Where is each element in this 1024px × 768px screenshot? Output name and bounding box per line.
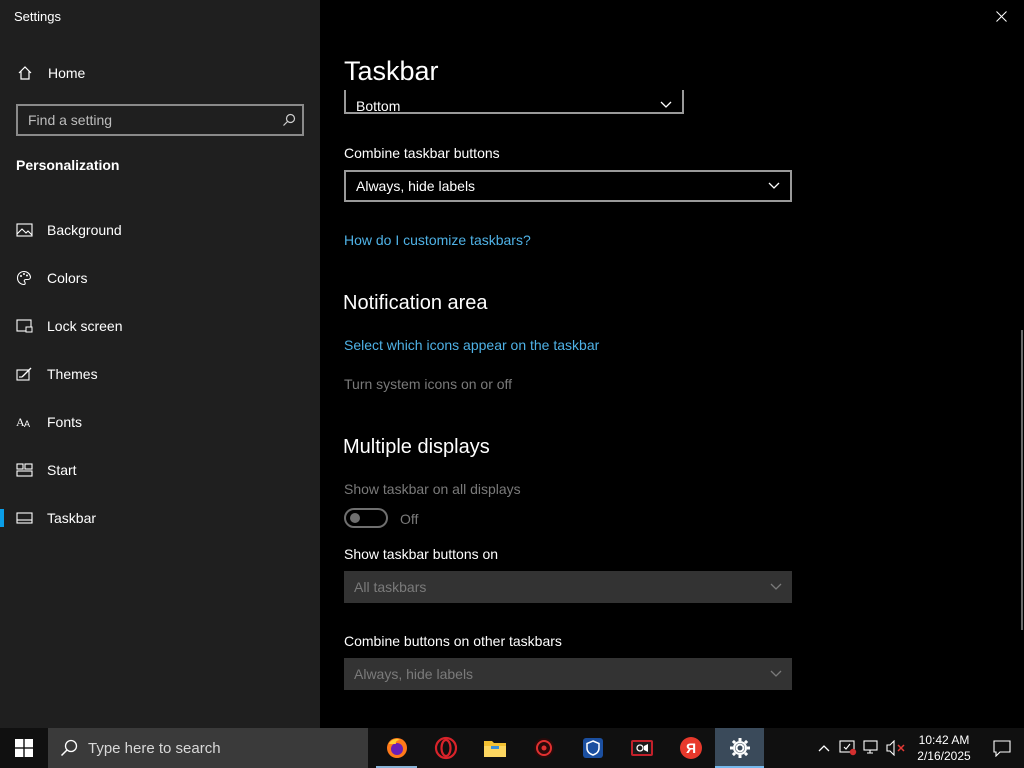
taskbar-app-opera[interactable] xyxy=(421,728,470,768)
svg-text:A: A xyxy=(24,419,30,429)
sidebar-item-colors[interactable]: Colors xyxy=(0,254,320,302)
system-tray: 10:42 AM 2/16/2025 xyxy=(812,728,1024,768)
start-icon xyxy=(15,461,33,479)
yandex-icon: Я xyxy=(679,737,702,759)
palette-icon xyxy=(15,269,33,287)
security-alert-icon xyxy=(839,740,857,756)
taskbar-apps: Я xyxy=(372,728,764,768)
taskbar-app-camera[interactable] xyxy=(617,728,666,768)
system-icons-link: Turn system icons on or off xyxy=(344,376,513,392)
chevron-up-icon xyxy=(818,745,830,752)
tray-volume[interactable] xyxy=(884,728,908,768)
security-icon xyxy=(582,738,603,758)
sidebar-item-start[interactable]: Start xyxy=(0,446,320,494)
search-icon[interactable] xyxy=(276,113,302,127)
show-all-displays-toggle[interactable] xyxy=(344,508,388,528)
combine-other-select[interactable]: Always, hide labels xyxy=(344,658,792,690)
taskbar-app-file-explorer[interactable] xyxy=(470,728,519,768)
select-value: All taskbars xyxy=(354,579,427,595)
select-value: Always, hide labels xyxy=(356,178,476,194)
taskbar-search-text: Type here to search xyxy=(88,739,221,757)
sidebar-nav: Background Colors Lock screen Themes AA … xyxy=(0,206,320,542)
taskbar-search[interactable]: Type here to search xyxy=(48,728,368,768)
windows-logo-icon xyxy=(15,739,33,757)
app-title: Settings xyxy=(14,9,61,24)
taskbar-app-settings[interactable] xyxy=(715,728,764,768)
settings-gear-icon xyxy=(729,738,750,758)
show-buttons-on-select[interactable]: All taskbars xyxy=(344,571,792,603)
windows-taskbar: Type here to search Я 10:42 AM 2/16/2025 xyxy=(0,728,1024,768)
themes-icon xyxy=(15,365,33,383)
toggle-knob xyxy=(350,513,360,523)
start-button[interactable] xyxy=(0,728,48,768)
search-box[interactable] xyxy=(16,104,304,136)
scrollbar[interactable] xyxy=(1021,330,1023,630)
sidebar-item-themes[interactable]: Themes xyxy=(0,350,320,398)
sidebar-item-label: Start xyxy=(47,462,77,478)
sidebar: Settings Home Personalization Background… xyxy=(0,0,320,728)
close-icon xyxy=(995,10,1007,22)
taskbar-app-firefox[interactable] xyxy=(372,728,421,768)
sidebar-item-label: Themes xyxy=(47,366,98,382)
page-title-overlay: Taskbar xyxy=(344,56,439,86)
taskbar-app-security[interactable] xyxy=(568,728,617,768)
sidebar-item-label: Colors xyxy=(47,270,88,286)
section-label: Personalization xyxy=(16,157,120,173)
select-value: Bottom xyxy=(356,98,401,114)
chevron-down-icon xyxy=(770,583,782,591)
taskbar-app-yandex[interactable]: Я xyxy=(666,728,715,768)
select-icons-link[interactable]: Select which icons appear on the taskbar xyxy=(344,337,599,353)
image-icon xyxy=(15,221,33,239)
sidebar-item-taskbar[interactable]: Taskbar xyxy=(0,494,320,542)
fonts-icon: AA xyxy=(15,413,33,431)
sidebar-item-background[interactable]: Background xyxy=(0,206,320,254)
show-hidden-icons-button[interactable] xyxy=(812,728,836,768)
chevron-down-icon xyxy=(768,182,780,190)
main-content: Taskbar Bottom Taskbar Combine taskbar b… xyxy=(320,0,1024,728)
chevron-down-icon xyxy=(770,670,782,678)
search-input[interactable] xyxy=(18,112,276,128)
combine-taskbar-buttons-select[interactable]: Always, hide labels xyxy=(344,170,792,202)
svg-text:Я: Я xyxy=(686,740,696,756)
sidebar-item-label: Taskbar xyxy=(47,510,97,526)
clock-date: 2/16/2025 xyxy=(917,749,971,763)
chevron-down-icon xyxy=(660,101,672,109)
multiple-displays-heading: Multiple displays xyxy=(343,436,490,458)
davinci-icon xyxy=(533,738,554,758)
sidebar-item-fonts[interactable]: AA Fonts xyxy=(0,398,320,446)
volume-muted-icon xyxy=(886,740,905,756)
sidebar-item-label: Fonts xyxy=(47,414,83,430)
search-icon xyxy=(60,739,78,757)
clock-time: 10:42 AM xyxy=(918,733,970,747)
sidebar-item-label: Home xyxy=(48,65,86,81)
lock-screen-icon xyxy=(15,317,33,335)
taskbar-clock[interactable]: 10:42 AM 2/16/2025 xyxy=(908,732,980,764)
sidebar-item-label: Lock screen xyxy=(47,318,123,334)
sidebar-item-lock-screen[interactable]: Lock screen xyxy=(0,302,320,350)
opera-icon xyxy=(434,736,457,760)
select-value: Always, hide labels xyxy=(354,666,474,682)
taskbar-icon xyxy=(15,509,33,527)
show-all-displays-label: Show taskbar on all displays xyxy=(344,481,521,497)
close-button[interactable] xyxy=(978,0,1024,32)
file-explorer-icon xyxy=(483,741,506,757)
taskbar-app-davinci[interactable] xyxy=(519,728,568,768)
tray-network[interactable] xyxy=(860,728,884,768)
network-icon xyxy=(863,740,878,754)
sidebar-item-label: Background xyxy=(47,222,122,238)
combine-other-label: Combine buttons on other taskbars xyxy=(344,633,562,649)
notification-area-heading: Notification area xyxy=(343,292,488,314)
home-icon xyxy=(16,64,34,82)
firefox-icon xyxy=(386,738,407,758)
combine-taskbar-buttons-label: Combine taskbar buttons xyxy=(344,145,500,161)
sidebar-item-home[interactable]: Home xyxy=(0,56,320,90)
camera-app-icon xyxy=(630,740,653,756)
show-buttons-on-label: Show taskbar buttons on xyxy=(344,546,499,562)
toggle-state: Off xyxy=(400,511,419,527)
customize-taskbars-link[interactable]: How do I customize taskbars? xyxy=(344,232,531,248)
action-center-button[interactable] xyxy=(980,728,1024,768)
notification-icon xyxy=(993,739,1011,757)
tray-security-status[interactable] xyxy=(836,728,860,768)
